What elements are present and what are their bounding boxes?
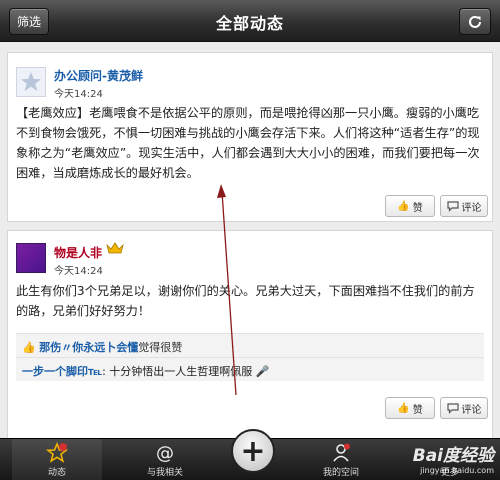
comment-bubble-icon — [446, 200, 459, 212]
post-time: 今天14:24 — [54, 266, 103, 277]
tab-related-to-me[interactable]: @ 与我相关 — [120, 439, 210, 480]
avatar[interactable] — [16, 243, 46, 273]
like-label: 赞 — [412, 202, 423, 214]
thumbs-up-icon: 👍 — [22, 341, 40, 354]
thumbs-up-icon: 👍 — [397, 200, 410, 212]
tab-label: 动态 — [47, 468, 66, 478]
feed-item: 办公顾问-黄茂鲜 今天14:24 【老鹰效应】老鹰喂食不是依据公平的原则，而是喂… — [7, 52, 493, 222]
thumbs-up-icon: 👍 — [397, 402, 410, 414]
at-icon: @ — [156, 442, 174, 464]
author-name[interactable]: 办公顾问-黄茂鲜 — [54, 67, 143, 84]
top-navigation-bar: 筛选 全部动态 — [0, 0, 500, 42]
refresh-button[interactable] — [459, 8, 491, 35]
tab-my-space[interactable]: 我的空间 — [296, 439, 386, 480]
tab-activity[interactable]: 动态 — [12, 439, 102, 480]
likes-summary: 👍 那伤〃你永远卜会懂觉得很赞 — [16, 333, 484, 357]
comment-item: 一步一个脚印℡: 十分钟悟出一人生哲理啊佩服 🎤 — [16, 357, 484, 381]
commenter-name[interactable]: 一步一个脚印℡ — [22, 365, 102, 378]
refresh-icon — [469, 15, 481, 28]
tab-label: 我的空间 — [322, 468, 359, 478]
microphone-icon: 🎤 — [255, 365, 270, 378]
comment-button[interactable]: 评论 — [440, 195, 488, 217]
person-icon — [331, 441, 351, 465]
post-content: 此生有你们3个兄弟足以，谢谢你们的关心。兄弟大过天，下面困难挡不住我们的前方的路… — [16, 284, 475, 318]
compose-button[interactable]: + — [231, 429, 275, 473]
like-button[interactable]: 👍 赞 — [385, 195, 435, 217]
feed-item: 物是人非 今天14:24 此生有你们3个兄弟足以，谢谢你们的关心。兄弟大过天，下… — [7, 230, 493, 438]
comment-label: 评论 — [461, 404, 482, 416]
comment-label: 评论 — [461, 202, 482, 214]
plus-icon: + — [240, 433, 266, 469]
baidu-jingyan-watermark: Bai度经验 jingyan.baidu.com — [413, 441, 494, 475]
watermark-url: jingyan.baidu.com — [420, 466, 494, 475]
author-name[interactable]: 物是人非 — [54, 244, 102, 261]
post-content: 【老鹰效应】老鹰喂食不是依据公平的原则，而是喂抢得凶那一只小鹰。瘦弱的小鹰吃不到… — [16, 106, 480, 180]
post-time: 今天14:24 — [54, 89, 103, 100]
vip-crown-icon — [106, 242, 124, 254]
comment-text: : 十分钟悟出一人生哲理啊佩服 — [102, 365, 253, 378]
avatar[interactable] — [16, 67, 46, 97]
star-badge-icon — [46, 441, 68, 465]
page-title: 全部动态 — [215, 14, 284, 33]
tab-label: 与我相关 — [146, 468, 183, 478]
comment-button[interactable]: 评论 — [440, 397, 488, 419]
like-button[interactable]: 👍 赞 — [385, 397, 435, 419]
bottom-tab-bar: 动态 @ 与我相关 + 我的空间 更多 Bai度经验 jingyan.baidu… — [0, 429, 500, 480]
watermark-logo: Bai度经验 — [412, 446, 494, 466]
comment-bubble-icon — [446, 402, 459, 414]
likes-suffix: 觉得很赞 — [138, 341, 183, 354]
default-star-avatar-icon — [21, 72, 41, 91]
like-label: 赞 — [412, 404, 423, 416]
activity-feed[interactable]: 办公顾问-黄茂鲜 今天14:24 【老鹰效应】老鹰喂食不是依据公平的原则，而是喂… — [0, 42, 500, 438]
liker-names[interactable]: 那伤〃你永远卜会懂 — [39, 341, 138, 354]
